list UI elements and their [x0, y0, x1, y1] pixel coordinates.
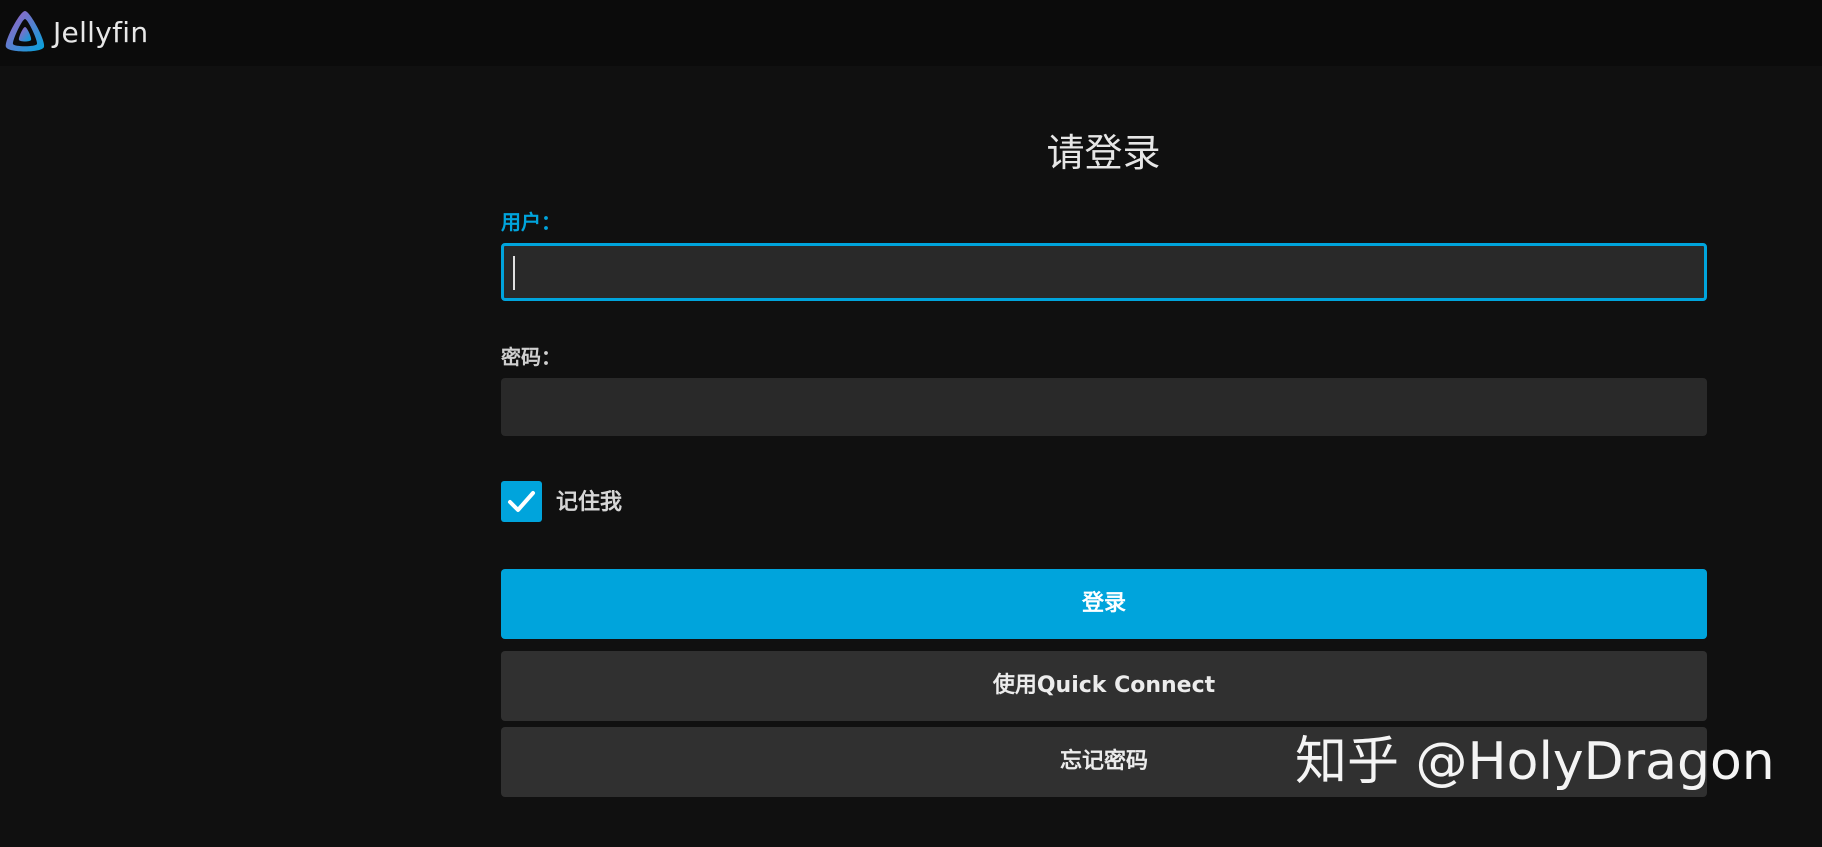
page-title: 请登录 [1046, 131, 1161, 175]
password-label: 密码： [501, 345, 561, 369]
username-label: 用户： [501, 210, 561, 234]
checkmark-icon [508, 491, 535, 512]
brand-name[interactable]: Jellyfin [53, 15, 148, 51]
login-button[interactable]: 登录 [501, 569, 1707, 639]
watermark: 知乎 @HolyDragon [1295, 732, 1775, 792]
jellyfin-logo-icon[interactable] [3, 9, 47, 55]
password-input[interactable] [501, 378, 1707, 436]
quick-connect-button[interactable]: 使用Quick Connect [501, 651, 1707, 721]
text-caret [513, 256, 515, 290]
top-bar: Jellyfin [0, 0, 1822, 66]
remember-me-label[interactable]: 记住我 [556, 489, 622, 517]
remember-me-checkbox[interactable] [501, 481, 542, 522]
username-input[interactable] [501, 243, 1707, 301]
